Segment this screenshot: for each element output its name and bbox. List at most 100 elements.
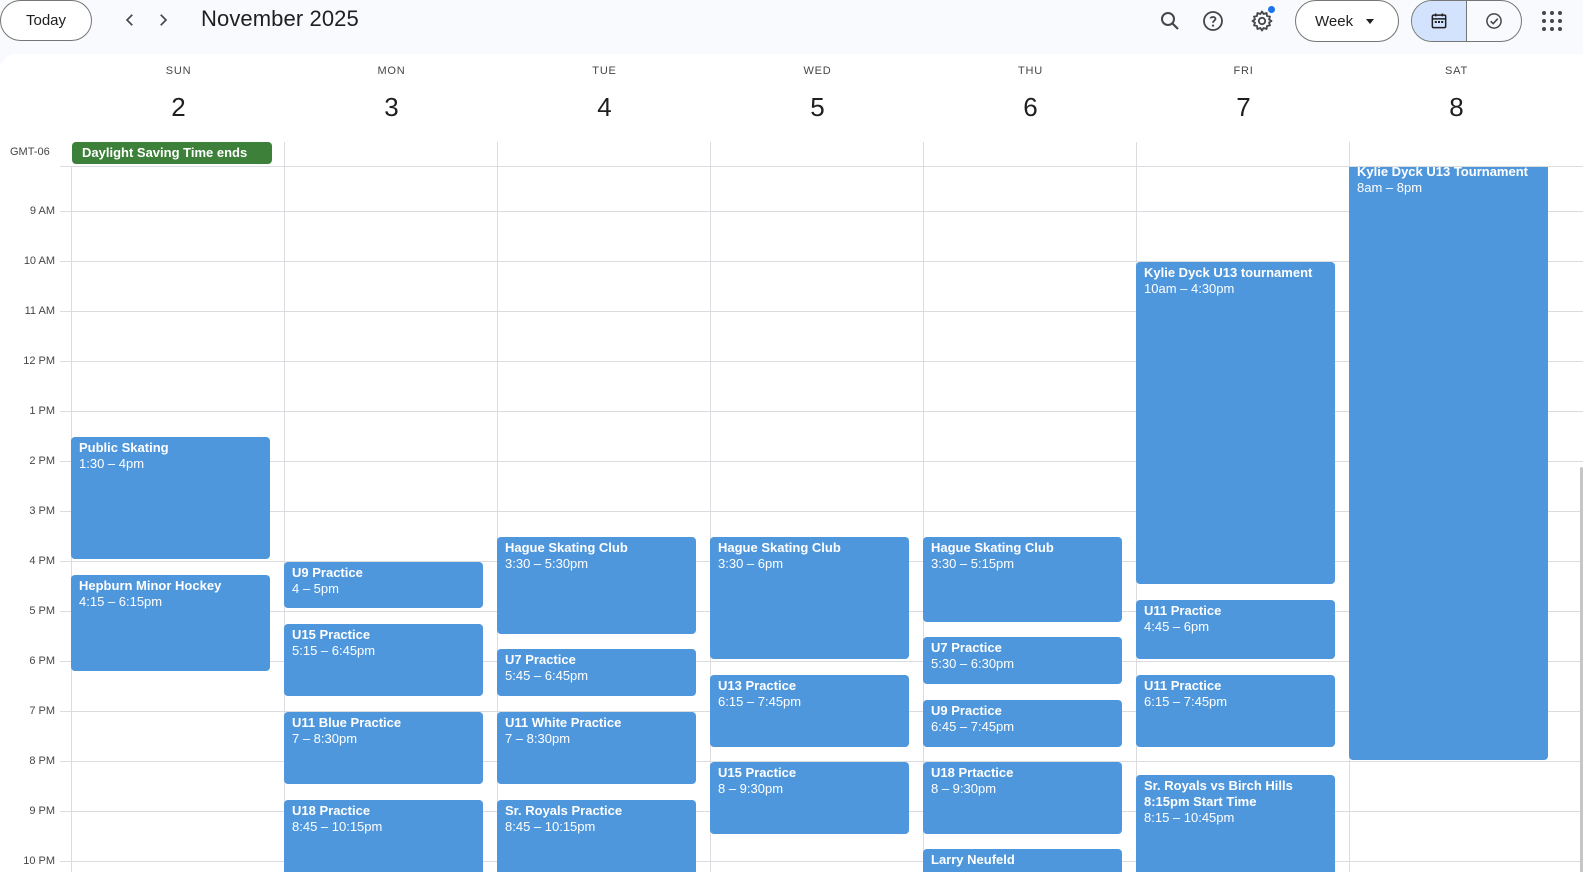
day-header-sun[interactable]: SUN 2 — [72, 54, 285, 142]
month-title: November 2025 — [201, 6, 359, 31]
search-icon — [1161, 12, 1179, 30]
day-header-sat[interactable]: SAT 8 — [1350, 54, 1563, 142]
top-bar: Today November 2025 Week — [0, 0, 1583, 54]
tasks-view-button[interactable] — [1467, 1, 1521, 41]
view-select-button[interactable]: Week — [1295, 0, 1399, 42]
calendar-event[interactable]: U18 Prtactice 8 – 9:30pm — [923, 762, 1122, 834]
notification-dot — [1268, 6, 1275, 13]
event-title: Hepburn Minor Hockey — [79, 578, 222, 593]
help-button[interactable] — [1198, 6, 1228, 36]
hour-label: 7 PM — [29, 705, 55, 717]
calendar-event[interactable]: U18 Practice 8:45 – 10:15pm — [284, 800, 483, 872]
hour-label: 1 PM — [29, 405, 55, 417]
calendar-view-button[interactable] — [1412, 1, 1467, 41]
day-number[interactable]: 5 — [711, 92, 924, 123]
calendar-event[interactable]: U11 White Practice 7 – 8:30pm — [497, 712, 696, 784]
hour-label: 10 PM — [23, 855, 55, 867]
event-time: 5:45 – 6:45pm — [505, 668, 589, 683]
calendar-event[interactable]: U9 Practice 6:45 – 7:45pm — [923, 700, 1122, 747]
calendar-event[interactable]: Sr. Royals Practice 8:45 – 10:15pm — [497, 800, 696, 872]
hour-label: 10 AM — [23, 255, 55, 267]
day-header-fri[interactable]: FRI 7 — [1137, 54, 1350, 142]
event-title: Hague Skating Club — [505, 540, 628, 555]
previous-week-button[interactable] — [116, 6, 144, 34]
calendar-event[interactable]: Kylie Dyck U13 tournament 10am – 4:30pm — [1136, 262, 1335, 584]
day-number[interactable]: 3 — [285, 92, 498, 123]
calendar-event[interactable]: U15 Practice 8 – 9:30pm — [710, 762, 909, 834]
calendar-event[interactable]: U11 Practice 4:45 – 6pm — [1136, 600, 1335, 659]
day-header-mon[interactable]: MON 3 — [285, 54, 498, 142]
today-button[interactable]: Today — [0, 0, 92, 41]
day-header-tue[interactable]: TUE 4 — [498, 54, 711, 142]
chevron-left-icon — [125, 14, 133, 26]
calendar-event[interactable]: Hague Skating Club 3:30 – 6pm — [710, 537, 909, 659]
event-time: 8 – 9:30pm — [718, 781, 784, 796]
calendar-event[interactable]: U9 Practice 4 – 5pm — [284, 562, 483, 608]
week-calendar: SUN 2 MON 3 TUE 4 WED 5 THU 6 FRI 7 SAT … — [0, 54, 1583, 872]
day-of-week: WED — [803, 65, 832, 77]
column-divider — [497, 142, 498, 167]
calendar-event[interactable]: U11 Practice 6:15 – 7:45pm — [1136, 675, 1335, 747]
day-number[interactable]: 8 — [1350, 92, 1563, 123]
event-time: 4:45 – 6pm — [1144, 619, 1210, 634]
event-title: U18 Practice — [292, 803, 371, 818]
event-time: 5:15 – 6:45pm — [292, 643, 376, 658]
column-divider — [1136, 142, 1137, 167]
search-button[interactable] — [1155, 6, 1185, 36]
event-title: U18 Prtactice — [931, 765, 1014, 780]
day-number[interactable]: 4 — [498, 92, 711, 123]
chevron-right-icon — [160, 14, 168, 26]
calendar-event[interactable]: Larry Neufeld — [923, 849, 1122, 872]
allday-event-chip[interactable]: Daylight Saving Time ends — [72, 142, 272, 164]
calendar-event[interactable]: Sr. Royals vs Birch Hills 8:15pm Start T… — [1136, 775, 1335, 872]
day-number[interactable]: 7 — [1137, 92, 1350, 123]
event-title: Hague Skating Club — [931, 540, 1054, 555]
event-title: Kylie Dyck U13 tournament — [1144, 265, 1313, 280]
calendar-event[interactable]: U11 Blue Practice 7 – 8:30pm — [284, 712, 483, 784]
calendar-event[interactable]: U13 Practice 6:15 – 7:45pm — [710, 675, 909, 747]
event-time: 10am – 4:30pm — [1144, 281, 1235, 296]
event-title: Hague Skating Club — [718, 540, 841, 555]
calendar-event[interactable]: U7 Practice 5:30 – 6:30pm — [923, 637, 1122, 684]
event-time: 8am – 8pm — [1357, 180, 1423, 195]
view-select-label: Week — [1315, 12, 1354, 30]
day-number[interactable]: 2 — [72, 92, 285, 123]
event-title: U15 Practice — [718, 765, 797, 780]
calendar-icon — [1431, 13, 1447, 29]
event-time: 3:30 – 5:30pm — [505, 556, 589, 571]
calendar-event[interactable]: Hague Skating Club 3:30 – 5:30pm — [497, 537, 696, 634]
calendar-event[interactable]: Hague Skating Club 3:30 – 5:15pm — [923, 537, 1122, 622]
calendar-event[interactable]: Kylie Dyck U13 Tournament 8am – 8pm — [1349, 167, 1548, 760]
event-title: Larry Neufeld — [931, 852, 1015, 867]
hour-label: 11 AM — [24, 305, 55, 317]
hour-label: 2 PM — [29, 455, 55, 467]
column-divider — [923, 142, 924, 167]
hour-label: 6 PM — [29, 655, 55, 667]
event-title: U7 Practice — [931, 640, 1002, 655]
hour-label: 3 PM — [29, 505, 55, 517]
event-time: 8 – 9:30pm — [931, 781, 997, 796]
day-header-wed[interactable]: WED 5 — [711, 54, 924, 142]
calendar-event[interactable]: U15 Practice 5:15 – 6:45pm — [284, 624, 483, 696]
calendar-event[interactable]: U7 Practice 5:45 – 6:45pm — [497, 649, 696, 696]
calendar-event[interactable]: Hepburn Minor Hockey 4:15 – 6:15pm — [71, 575, 270, 671]
settings-button[interactable] — [1247, 6, 1277, 36]
day-number[interactable]: 6 — [924, 92, 1137, 123]
apps-grid-icon[interactable] — [1539, 8, 1565, 34]
time-grid: 9 AM 10 AM 11 AM 12 PM 1 PM 2 PM 3 PM 4 … — [0, 167, 1583, 872]
event-time: 1:30 – 4pm — [79, 456, 145, 471]
day-header-thu[interactable]: THU 6 — [924, 54, 1137, 142]
view-toggle — [1411, 0, 1522, 42]
event-time: 6:15 – 7:45pm — [718, 694, 802, 709]
day-of-week: TUE — [592, 65, 617, 77]
event-time: 3:30 – 5:15pm — [931, 556, 1015, 571]
next-week-button[interactable] — [149, 6, 177, 34]
calendar-event[interactable]: Public Skating 1:30 – 4pm — [71, 437, 270, 559]
day-of-week: SUN — [165, 65, 192, 77]
event-title: Sr. Royals vs Birch Hills 8:15pm Start T… — [1144, 778, 1293, 809]
event-title: U9 Practice — [292, 565, 363, 580]
hour-label: 8 PM — [29, 755, 55, 767]
event-title: Public Skating — [79, 440, 169, 455]
event-time: 8:15 – 10:45pm — [1144, 810, 1235, 825]
event-time: 5:30 – 6:30pm — [931, 656, 1015, 671]
